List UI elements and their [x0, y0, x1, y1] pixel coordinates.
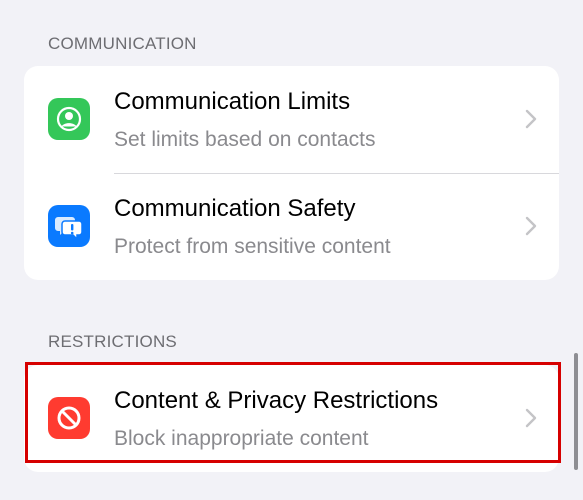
communication-section-header: COMMUNICATION	[48, 34, 197, 53]
chat-bubble-exclamation-icon	[48, 205, 90, 247]
communication-safety-title: Communication Safety	[114, 195, 356, 222]
restrictions-section-header: RESTRICTIONS	[48, 332, 177, 351]
content-privacy-restrictions-title: Content & Privacy Restrictions	[114, 387, 439, 414]
communication-group: Communication Limits Set limits based on…	[24, 66, 559, 280]
scrollbar[interactable]	[574, 353, 578, 470]
no-entry-icon	[48, 397, 90, 439]
communication-limits-row[interactable]: Communication Limits Set limits based on…	[24, 66, 559, 173]
communication-safety-row[interactable]: Communication Safety Protect from sensit…	[24, 173, 559, 280]
content-privacy-restrictions-row[interactable]: Content & Privacy Restrictions Block ina…	[24, 365, 559, 472]
chevron-right-icon	[525, 216, 537, 236]
chevron-right-icon	[525, 408, 537, 428]
communication-safety-subtitle: Protect from sensitive content	[114, 235, 391, 258]
person-circle-icon	[48, 98, 90, 140]
communication-limits-title: Communication Limits	[114, 88, 351, 115]
communication-limits-subtitle: Set limits based on contacts	[114, 128, 376, 151]
content-privacy-restrictions-subtitle: Block inappropriate content	[114, 427, 369, 450]
chevron-right-icon	[525, 109, 537, 129]
restrictions-group: Content & Privacy Restrictions Block ina…	[24, 365, 559, 472]
